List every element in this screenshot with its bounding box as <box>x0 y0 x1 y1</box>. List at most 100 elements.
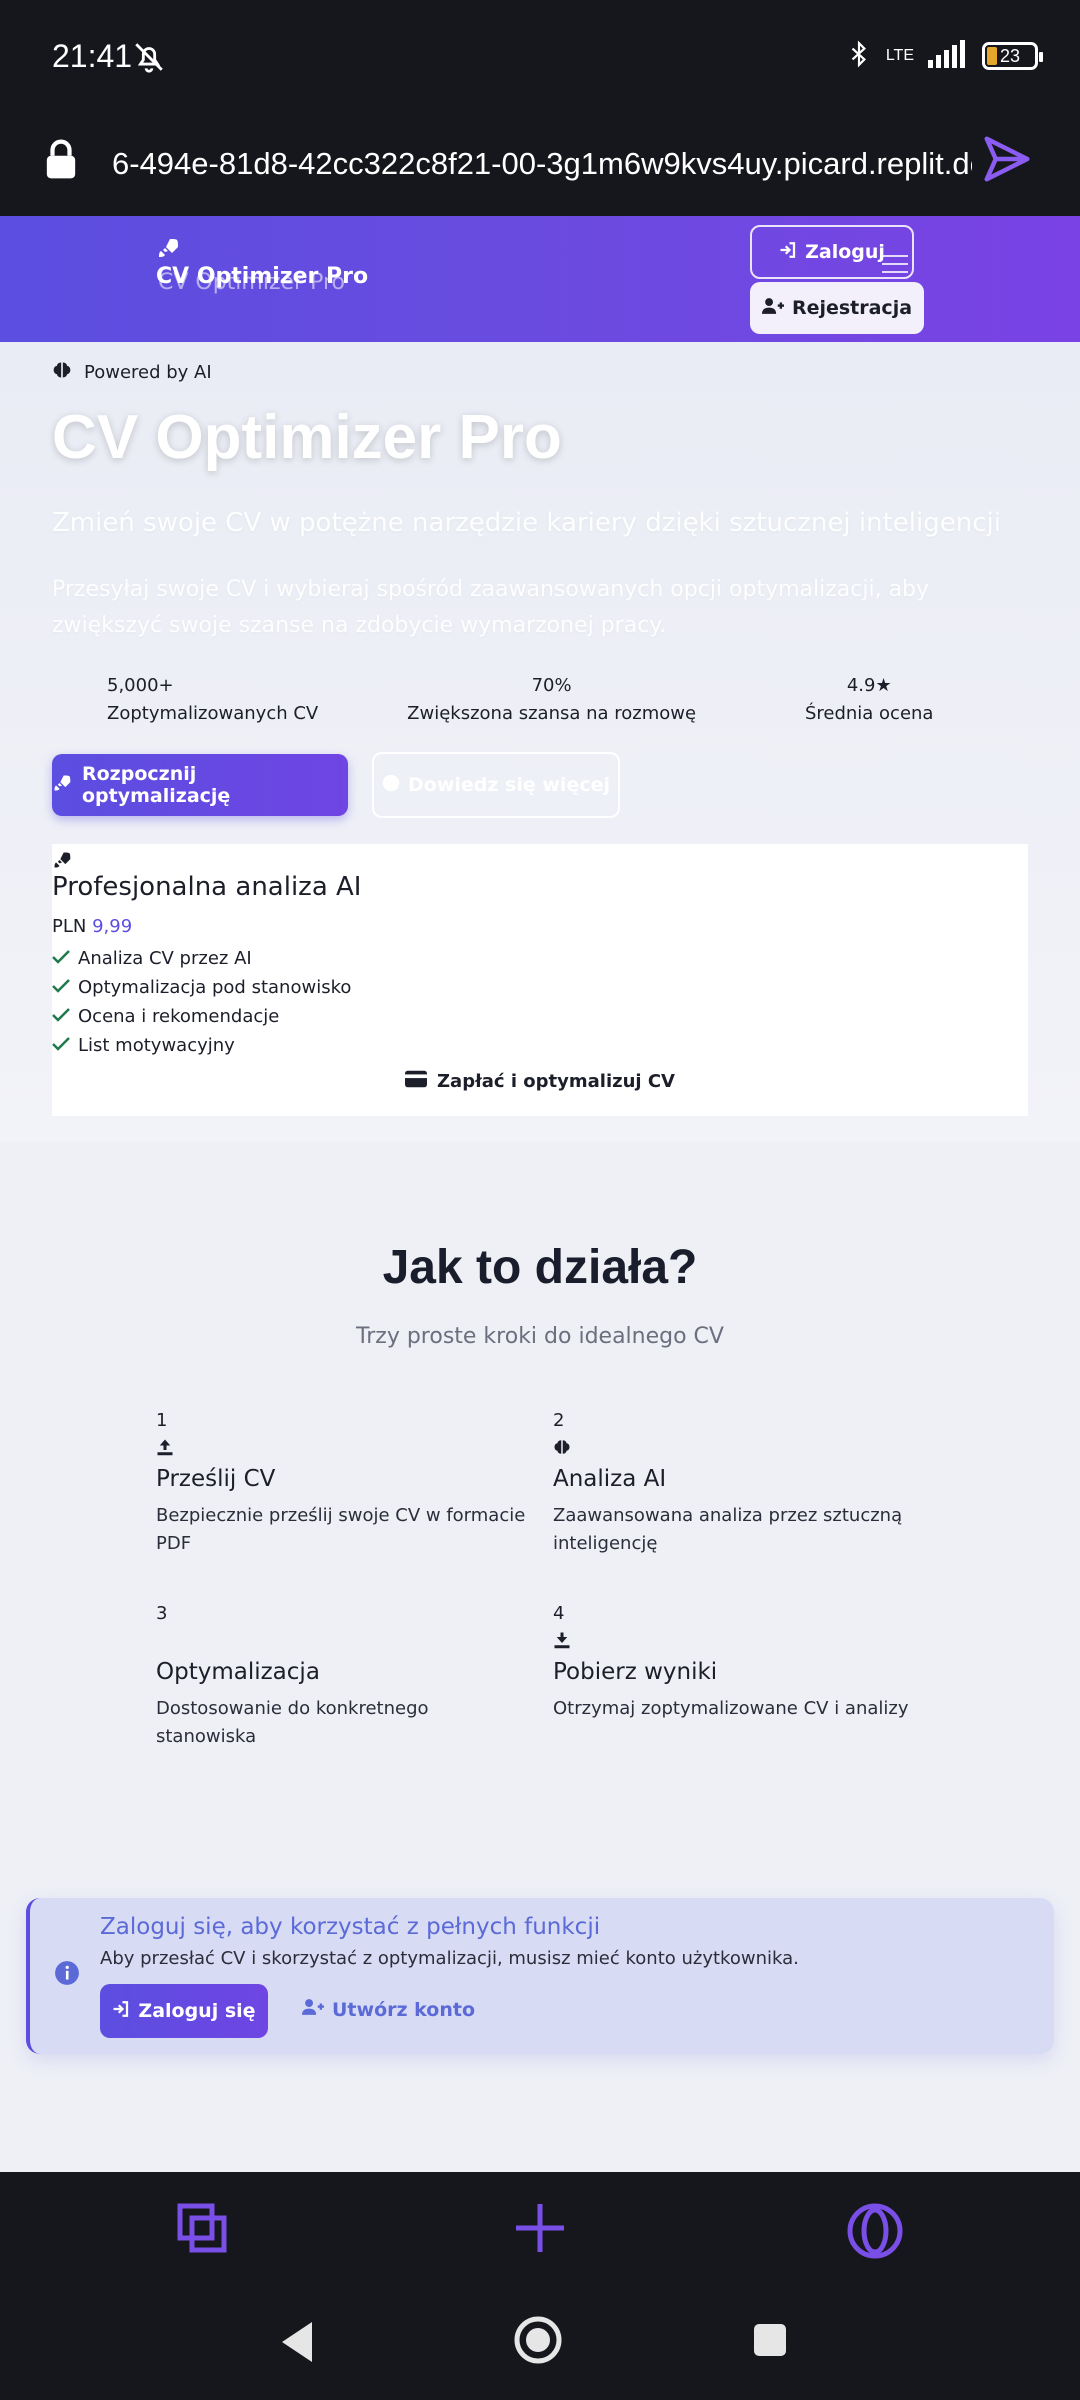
home-icon[interactable] <box>512 2314 564 2370</box>
stat-item: 70% Zwiększona szansa na rozmowę <box>393 672 711 728</box>
upload-icon <box>156 1438 526 1464</box>
hero-description: Przesyłaj swoje CV i wybieraj spośród za… <box>52 577 930 638</box>
banner-login-button[interactable]: Zaloguj się <box>100 1984 268 2038</box>
how-it-works-title: Jak to działa? <box>382 1241 698 1294</box>
feature-label: List motywacyjny <box>78 1035 235 1056</box>
price-value: 9,99 <box>92 916 133 937</box>
hero-title: CV Optimizer Pro <box>52 403 562 472</box>
pay-label: Zapłać i optymalizuj CV <box>437 1071 675 1092</box>
step-number: 2 <box>553 1410 565 1431</box>
battery-icon: 23 <box>982 42 1043 70</box>
check-icon <box>52 1002 70 1031</box>
powered-badge: Powered by AI <box>52 360 212 385</box>
step-description: Bezpiecznie prześlij swoje CV w formacie… <box>156 1505 526 1554</box>
step-title: Optymalizacja <box>156 1659 320 1685</box>
how-it-works-subtitle: Trzy proste kroki do idealnego CV <box>356 1324 724 1349</box>
step-card: 4 Pobierz wyniki Otrzymaj zoptymalizowan… <box>553 1603 923 1723</box>
status-time: 21:41 <box>52 38 133 74</box>
step-description: Zaawansowana analiza przez sztuczną inte… <box>553 1505 903 1554</box>
feature-list: Analiza CV przez AI Optymalizacja pod st… <box>52 944 351 1060</box>
card-price: PLN 9,99 <box>52 916 132 937</box>
create-account-button[interactable]: Utwórz konto <box>302 1998 475 2021</box>
bell-off-icon <box>132 40 166 78</box>
user-plus-icon <box>302 1998 324 2021</box>
menu-icon[interactable] <box>880 252 910 280</box>
url-text[interactable]: 6-494e-81d8-42cc322c8f21-00-3g1m6w9kvs4u… <box>112 146 972 182</box>
system-nav-bar <box>0 2296 1080 2400</box>
card-title: Profesjonalna analiza AI <box>52 872 362 902</box>
feature-item: Optymalizacja pod stanowisko <box>52 973 351 1002</box>
learn-more-button[interactable]: Dowiedz się więcej <box>372 752 620 818</box>
site-header: CV Optimizer Pro CV Optimizer Pro Zalogu… <box>0 216 1080 342</box>
step-number: 1 <box>156 1410 168 1431</box>
rocket-icon <box>52 850 72 874</box>
pricing-card: Profesjonalna analiza AI PLN 9,99 Analiz… <box>52 844 1028 1116</box>
check-icon <box>52 973 70 1002</box>
feature-label: Optymalizacja pod stanowisko <box>78 977 352 998</box>
brand-logo[interactable]: CV Optimizer Pro <box>156 264 368 289</box>
step-description: Otrzymaj zoptymalizowane CV i analizy <box>553 1698 909 1719</box>
tabs-icon[interactable] <box>176 2202 228 2258</box>
login-label: Zaloguj <box>805 241 885 263</box>
info-icon <box>54 1960 80 1990</box>
stat-item: 5,000+ Zoptymalizowanych CV <box>52 672 393 728</box>
stat-label: Zwiększona szansa na rozmowę <box>407 703 697 724</box>
hero-subtitle: Zmień swoje CV w potężne narzędzie karie… <box>52 508 1001 538</box>
learn-more-label: Dowiedz się więcej <box>408 774 610 796</box>
powered-label: Powered by AI <box>84 362 212 383</box>
hero-section: Powered by AI CV Optimizer Pro Zmień swo… <box>0 342 1080 1142</box>
wand-icon <box>156 1631 526 1657</box>
check-icon <box>52 1031 70 1060</box>
feature-item: List motywacyjny <box>52 1031 351 1060</box>
register-button[interactable]: Rejestracja <box>750 282 924 334</box>
stat-label: Zoptymalizowanych CV <box>107 703 319 724</box>
step-card: 3 Optymalizacja Dostosowanie do konkretn… <box>156 1603 526 1751</box>
stat-value: 5,000+ <box>107 675 174 696</box>
brain-icon <box>553 1438 923 1464</box>
start-label: Rozpocznij optymalizację <box>82 763 231 807</box>
step-card: 2 Analiza AI Zaawansowana analiza przez … <box>553 1410 923 1558</box>
feature-item: Ocena i rekomendacje <box>52 1002 351 1031</box>
recents-icon[interactable] <box>752 2322 788 2362</box>
lock-icon[interactable] <box>44 138 78 186</box>
stat-value: 4.9★ <box>846 675 892 696</box>
price-currency: PLN <box>52 916 87 937</box>
banner-description: Aby przesłać CV i skorzystać z optymaliz… <box>100 1948 799 1969</box>
feature-item: Analiza CV przez AI <box>52 944 351 973</box>
start-optimization-button[interactable]: Rozpocznij optymalizację <box>52 754 348 816</box>
register-label: Rejestracja <box>791 297 913 319</box>
status-bar: 21:41 LTE 23 <box>0 0 1080 116</box>
pay-optimize-button[interactable]: Zapłać i optymalizuj CV <box>52 1070 1028 1093</box>
feature-label: Analiza CV przez AI <box>78 948 252 969</box>
step-title: Analiza AI <box>553 1466 667 1492</box>
signal-icon <box>928 40 968 72</box>
battery-level: 23 <box>999 45 1021 66</box>
create-account-label: Utwórz konto <box>332 1998 476 2021</box>
step-title: Pobierz wyniki <box>553 1659 718 1685</box>
feature-label: Ocena i rekomendacje <box>78 1006 280 1027</box>
opera-menu-icon[interactable] <box>846 2202 904 2264</box>
banner-title: Zaloguj się, aby korzystać z pełnych fun… <box>100 1914 601 1940</box>
step-description: Dostosowanie do konkretnego stanowiska <box>156 1698 429 1747</box>
download-icon <box>553 1631 923 1657</box>
sign-in-icon <box>779 241 797 264</box>
browser-address-bar: 6-494e-81d8-42cc322c8f21-00-3g1m6w9kvs4u… <box>0 116 1080 216</box>
rocket-icon <box>156 236 180 264</box>
network-type: LTE <box>885 47 914 64</box>
send-icon[interactable] <box>980 132 1034 190</box>
step-card: 1 Prześlij CV Bezpiecznie prześlij swoje… <box>156 1410 526 1558</box>
bluetooth-icon <box>846 38 872 74</box>
user-plus-icon <box>761 297 784 320</box>
stats-row: 5,000+ Zoptymalizowanych CV 70% Zwiększo… <box>52 672 1028 728</box>
stat-item: 4.9★ Średnia ocena <box>710 672 1028 728</box>
stat-label: Średnia ocena <box>804 703 934 724</box>
step-number: 4 <box>553 1603 565 1624</box>
check-icon <box>52 944 70 973</box>
credit-card-icon <box>405 1070 427 1093</box>
new-tab-icon[interactable] <box>514 2202 566 2258</box>
stat-value: 70% <box>531 675 572 696</box>
rocket-icon <box>52 773 72 798</box>
back-icon[interactable] <box>278 2320 318 2368</box>
banner-login-label: Zaloguj się <box>138 2000 256 2022</box>
browser-toolbar <box>0 2172 1080 2296</box>
